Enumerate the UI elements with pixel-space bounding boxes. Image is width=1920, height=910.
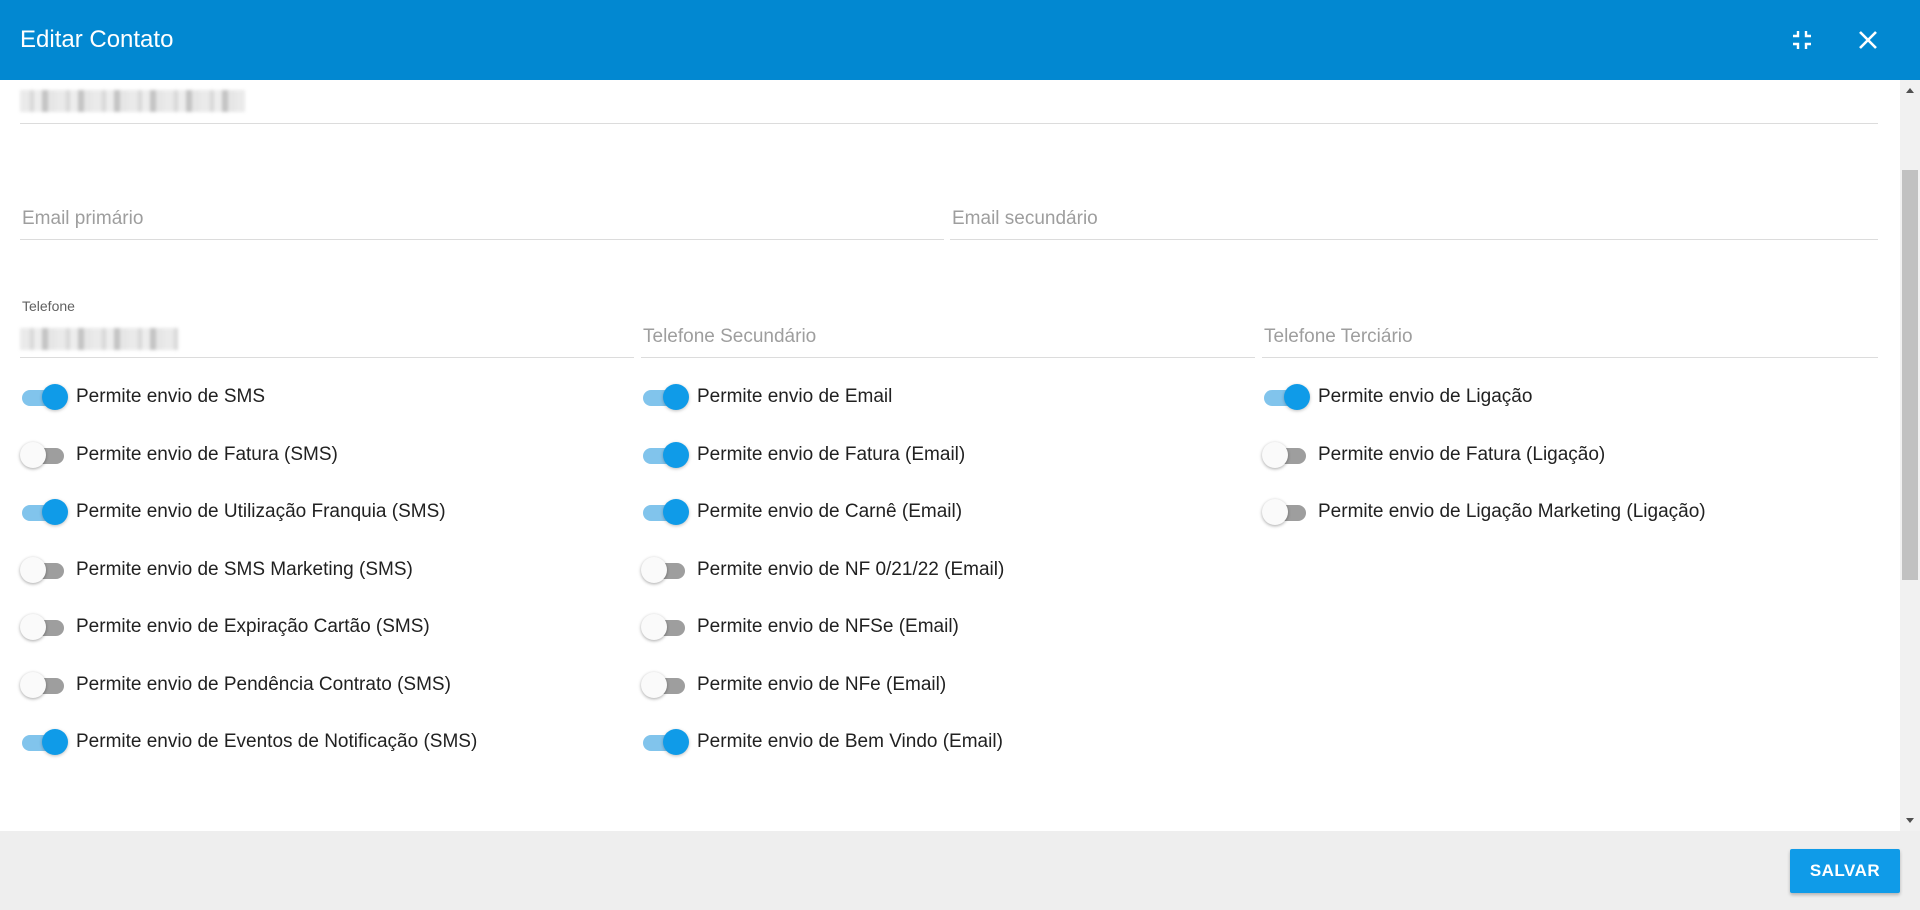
toggle-switch[interactable] — [641, 440, 689, 470]
toggle-switch[interactable] — [1262, 497, 1310, 527]
toggle-label: Permite envio de SMS Marketing (SMS) — [76, 558, 413, 580]
toggle-thumb — [641, 556, 667, 583]
toggle-switch[interactable] — [1262, 382, 1310, 412]
toggle-switch[interactable] — [20, 497, 68, 527]
toggle-thumb — [20, 441, 46, 468]
permission-toggle-row[interactable]: Permite envio de Utilização Franquia (SM… — [20, 492, 446, 532]
toggle-switch[interactable] — [20, 612, 68, 642]
permission-toggle-row[interactable]: Permite envio de Ligação — [1262, 377, 1532, 417]
toggle-switch[interactable] — [641, 727, 689, 757]
toggle-thumb — [663, 499, 689, 525]
email-primary-field[interactable]: Email primário — [20, 200, 944, 240]
scroll-down-icon[interactable] — [1906, 818, 1914, 823]
vertical-scrollbar[interactable] — [1900, 80, 1920, 831]
permission-toggle-row[interactable]: Permite envio de NFe (Email) — [641, 665, 946, 705]
toggle-switch[interactable] — [20, 727, 68, 757]
phone-secondary-placeholder: Telefone Secundário — [643, 326, 817, 347]
permission-toggle-row[interactable]: Permite envio de Fatura (Email) — [641, 435, 965, 475]
toggle-thumb — [1284, 384, 1310, 410]
toggle-label: Permite envio de NFSe (Email) — [697, 616, 959, 637]
fullscreen-exit-icon[interactable] — [1786, 24, 1818, 56]
permission-toggle-row[interactable]: Permite envio de SMS Marketing (SMS) — [20, 550, 413, 590]
toggle-switch[interactable] — [641, 555, 689, 585]
toggle-label: Permite envio de Expiração Cartão (SMS) — [76, 616, 430, 637]
toggle-switch[interactable] — [20, 382, 68, 412]
permission-toggle-row[interactable]: Permite envio de Email — [641, 377, 892, 417]
toggle-thumb — [20, 556, 46, 583]
permission-toggle-row[interactable]: Permite envio de NFSe (Email) — [641, 607, 959, 647]
toggle-switch[interactable] — [20, 440, 68, 470]
permission-toggle-row[interactable]: Permite envio de NF 0/21/22 (Email) — [641, 550, 1004, 590]
email-primary-placeholder: Email primário — [22, 208, 144, 229]
toggle-thumb — [42, 384, 68, 410]
phone-tertiary-placeholder: Telefone Terciário — [1264, 326, 1413, 347]
toggle-switch[interactable] — [641, 497, 689, 527]
toggle-thumb — [663, 441, 689, 468]
toggle-label: Permite envio de Carnê (Email) — [697, 501, 963, 522]
toggle-thumb — [20, 614, 46, 640]
toggle-label: Permite envio de Pendência Contrato (SMS… — [76, 673, 451, 695]
phone-value-redacted — [20, 328, 178, 350]
toggle-label: Permite envio de Fatura (Ligação) — [1318, 443, 1606, 465]
toggle-thumb — [1262, 499, 1288, 525]
phone-secondary-field[interactable]: Telefone Secundário — [641, 318, 1255, 358]
phone-field[interactable]: Telefone — [20, 298, 634, 358]
toggle-thumb — [663, 384, 689, 410]
email-secondary-placeholder: Email secundário — [952, 208, 1098, 229]
close-icon[interactable] — [1852, 24, 1884, 56]
toggle-label: Permite envio de NF 0/21/22 (Email) — [697, 558, 1005, 580]
permission-toggle-row[interactable]: Permite envio de Eventos de Notificação … — [20, 722, 477, 762]
toggle-switch[interactable] — [1262, 440, 1310, 470]
toggle-label: Permite envio de Bem Vindo (Email) — [697, 731, 1003, 752]
dialog-footer: SALVAR — [0, 831, 1920, 910]
toggle-label: Permite envio de Fatura (SMS) — [76, 443, 338, 465]
dialog-header: Editar Contato — [0, 0, 1920, 80]
permission-toggle-row[interactable]: Permite envio de Expiração Cartão (SMS) — [20, 607, 430, 647]
toggle-thumb — [663, 729, 689, 755]
toggle-label: Permite envio de Eventos de Notificação … — [76, 731, 478, 752]
permission-toggle-row[interactable]: Permite envio de Fatura (SMS) — [20, 435, 338, 475]
permission-toggle-row[interactable]: Permite envio de Bem Vindo (Email) — [641, 722, 1003, 762]
phone-tertiary-field[interactable]: Telefone Terciário — [1262, 318, 1878, 358]
dialog-title: Editar Contato — [20, 26, 174, 53]
scrollbar-thumb[interactable] — [1902, 170, 1918, 580]
toggle-label: Permite envio de Ligação Marketing (Liga… — [1318, 501, 1706, 522]
save-button[interactable]: SALVAR — [1790, 849, 1900, 893]
toggle-thumb — [641, 671, 667, 698]
scroll-up-icon[interactable] — [1906, 88, 1914, 93]
toggle-thumb — [641, 614, 667, 640]
name-value-redacted — [20, 90, 245, 112]
toggle-label: Permite envio de Fatura (Email) — [697, 443, 966, 465]
toggle-switch[interactable] — [641, 612, 689, 642]
permission-toggle-row[interactable]: Permite envio de SMS — [20, 377, 265, 417]
permission-toggle-row[interactable]: Permite envio de Carnê (Email) — [641, 492, 962, 532]
toggle-label: Permite envio de Utilização Franquia (SM… — [76, 501, 446, 522]
toggle-switch[interactable] — [641, 670, 689, 700]
toggle-switch[interactable] — [20, 555, 68, 585]
toggle-thumb — [42, 499, 68, 525]
toggle-switch[interactable] — [20, 670, 68, 700]
dialog-content: Email primário Email secundário Telefone… — [0, 80, 1920, 831]
permission-toggle-row[interactable]: Permite envio de Pendência Contrato (SMS… — [20, 665, 451, 705]
toggle-label: Permite envio de NFe (Email) — [697, 673, 947, 695]
name-field[interactable] — [20, 84, 1878, 124]
toggle-thumb — [20, 671, 46, 698]
toggle-switch[interactable] — [641, 382, 689, 412]
toggle-label: Permite envio de Ligação — [1318, 386, 1533, 407]
phone-label: Telefone — [22, 298, 75, 314]
toggle-thumb — [1262, 441, 1288, 468]
toggle-label: Permite envio de Email — [697, 386, 893, 407]
toggle-thumb — [42, 729, 68, 755]
toggle-label: Permite envio de SMS — [76, 386, 266, 407]
permission-toggle-row[interactable]: Permite envio de Ligação Marketing (Liga… — [1262, 492, 1706, 532]
email-secondary-field[interactable]: Email secundário — [950, 200, 1878, 240]
permission-toggle-row[interactable]: Permite envio de Fatura (Ligação) — [1262, 435, 1605, 475]
